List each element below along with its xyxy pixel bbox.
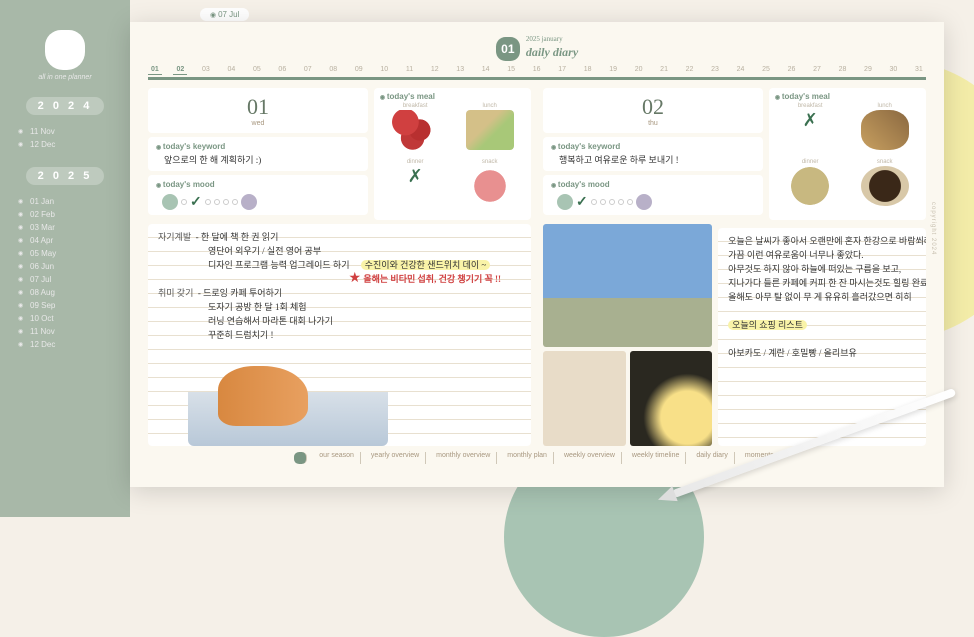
photo-sky <box>543 224 712 347</box>
footer-link[interactable]: weekly overview <box>558 452 622 464</box>
year-pill[interactable]: 2 0 2 5 <box>26 167 104 185</box>
date-tab[interactable]: 12 <box>428 65 442 75</box>
date-tab[interactable]: 06 <box>275 65 289 75</box>
sidebar-month-item[interactable]: 02 Feb <box>18 208 112 221</box>
date-tab[interactable]: 11 <box>403 65 416 75</box>
sidebar-month-item[interactable]: 07 Jul <box>18 273 112 286</box>
date-tab[interactable]: 20 <box>632 65 646 75</box>
date-tab[interactable]: 27 <box>810 65 824 75</box>
date-tab[interactable]: 28 <box>836 65 850 75</box>
planner-page: copyright 2024 01 2025 january daily dia… <box>130 22 944 487</box>
date-tab[interactable]: 29 <box>861 65 875 75</box>
day-page-01: 01 wed today's keyword 앞으로의 한 해 계획하기 :) … <box>148 88 531 446</box>
cat-sticker <box>188 356 388 446</box>
sidebar-month-item[interactable]: 12 Dec <box>18 138 112 151</box>
footer-link[interactable]: daily diary <box>690 452 735 464</box>
date-tab[interactable]: 17 <box>555 65 569 75</box>
footer-link[interactable]: yearly overview <box>365 452 426 464</box>
mood-check-icon: ✓ <box>190 193 202 210</box>
date-tab[interactable]: 16 <box>530 65 544 75</box>
date-tab[interactable]: 18 <box>581 65 595 75</box>
header-month-num: 01 <box>496 37 520 61</box>
year-pill[interactable]: 2 0 2 4 <box>26 97 104 115</box>
date-tab[interactable]: 21 <box>657 65 671 75</box>
mood-sad-icon[interactable] <box>636 194 652 210</box>
date-tab[interactable]: 03 <box>199 65 213 75</box>
footer-link[interactable]: monthly plan <box>501 452 554 464</box>
mood-card: today's mood ✓ <box>543 175 763 215</box>
date-tab[interactable]: 08 <box>326 65 340 75</box>
date-tab[interactable]: 05 <box>250 65 264 75</box>
photo-lamp <box>630 351 713 446</box>
mood-happy-icon[interactable] <box>557 194 573 210</box>
footer-link[interactable]: weekly timeline <box>626 452 686 464</box>
footer-link[interactable]: our season <box>313 452 361 464</box>
date-tab[interactable]: 15 <box>504 65 518 75</box>
sidebar-month-item[interactable]: 04 Apr <box>18 234 112 247</box>
sidebar-month-item[interactable]: 10 Oct <box>18 312 112 325</box>
date-tab[interactable]: 04 <box>224 65 238 75</box>
mood-sad-icon[interactable] <box>241 194 257 210</box>
date-tab[interactable]: 01 <box>148 65 162 75</box>
star-icon: ★ <box>349 271 362 286</box>
date-tab[interactable]: 14 <box>479 65 493 75</box>
date-card: 02 thu <box>543 88 763 133</box>
sidebar-month-item[interactable]: 08 Aug <box>18 286 112 299</box>
date-tab[interactable]: 26 <box>785 65 799 75</box>
footer-link[interactable]: monthly overview <box>430 452 497 464</box>
mood-happy-icon[interactable] <box>162 194 178 210</box>
date-tab[interactable]: 10 <box>377 65 391 75</box>
copyright: copyright 2024 <box>930 202 936 255</box>
date-tab[interactable]: 02 <box>173 65 187 75</box>
meal-breakfast-img <box>391 110 439 150</box>
sidebar-month-item[interactable]: 09 Sep <box>18 299 112 312</box>
meal-lunch-img <box>466 110 514 150</box>
notes-area[interactable]: 자기계발 - 한 달에 책 한 권 읽기 영단어 외우기 / 실전 영어 공부 … <box>148 224 531 446</box>
date-card: 01 wed <box>148 88 368 133</box>
footer-nav: our season yearly overview monthly overvie… <box>148 452 926 464</box>
date-tab[interactable]: 23 <box>708 65 722 75</box>
sidebar: all in one planner 2 0 2 411 Nov12 Dec2 … <box>0 0 130 517</box>
keyword-card: today's keyword 앞으로의 한 해 계획하기 :) <box>148 137 368 171</box>
logo-label: all in one planner <box>0 74 130 81</box>
date-tab[interactable]: 07 <box>301 65 315 75</box>
meal-snack-img <box>466 166 514 206</box>
meal-card: today's meal breakfast lunch dinner✗ sna… <box>374 88 531 220</box>
date-tab[interactable]: 25 <box>759 65 773 75</box>
meal-lunch-img <box>861 110 909 150</box>
sidebar-month-item[interactable]: 01 Jan <box>18 195 112 208</box>
logo <box>45 30 85 70</box>
date-tab[interactable]: 31 <box>912 65 926 75</box>
sidebar-month-item[interactable]: 11 Nov <box>18 125 112 138</box>
date-selector-row: 01 02 03 04 05 06 07 08 09 10 11 12 13 14 15 16 17 18 19 20… <box>148 65 926 80</box>
date-tab[interactable]: 09 <box>352 65 366 75</box>
date-tab[interactable]: 22 <box>683 65 697 75</box>
photo-wall <box>543 351 626 446</box>
x-icon: ✗ <box>803 110 818 131</box>
sidebar-month-item[interactable]: 05 May <box>18 247 112 260</box>
meal-dinner-img <box>786 166 834 206</box>
x-icon: ✗ <box>408 166 423 187</box>
mood-card: today's mood ✓ <box>148 175 368 215</box>
footer-logo-icon <box>294 452 307 464</box>
day-page-02: 02 thu today's keyword 행복하고 여유로운 하루 보내기 … <box>543 88 926 446</box>
sidebar-month-item[interactable]: 11 Nov <box>18 325 112 338</box>
header-title: daily diary <box>526 45 578 59</box>
meal-card: today's meal breakfast✗ lunch dinner sna… <box>769 88 926 220</box>
sidebar-month-item[interactable]: 12 Dec <box>18 338 112 351</box>
date-tab[interactable]: 24 <box>734 65 748 75</box>
date-tab[interactable]: 19 <box>606 65 620 75</box>
keyword-card: today's keyword 행복하고 여유로운 하루 보내기 ! <box>543 137 763 171</box>
sidebar-month-item[interactable]: 06 Jun <box>18 260 112 273</box>
date-tab[interactable]: 13 <box>453 65 467 75</box>
sidebar-month-item[interactable]: 03 Mar <box>18 221 112 234</box>
header-sub: 2025 january <box>526 36 578 43</box>
page-header: 01 2025 january daily diary <box>148 36 926 61</box>
mood-check-icon: ✓ <box>576 193 588 210</box>
date-tab[interactable]: 30 <box>887 65 901 75</box>
meal-snack-img <box>861 166 909 206</box>
top-date-tag: 07 Jul <box>200 8 249 21</box>
